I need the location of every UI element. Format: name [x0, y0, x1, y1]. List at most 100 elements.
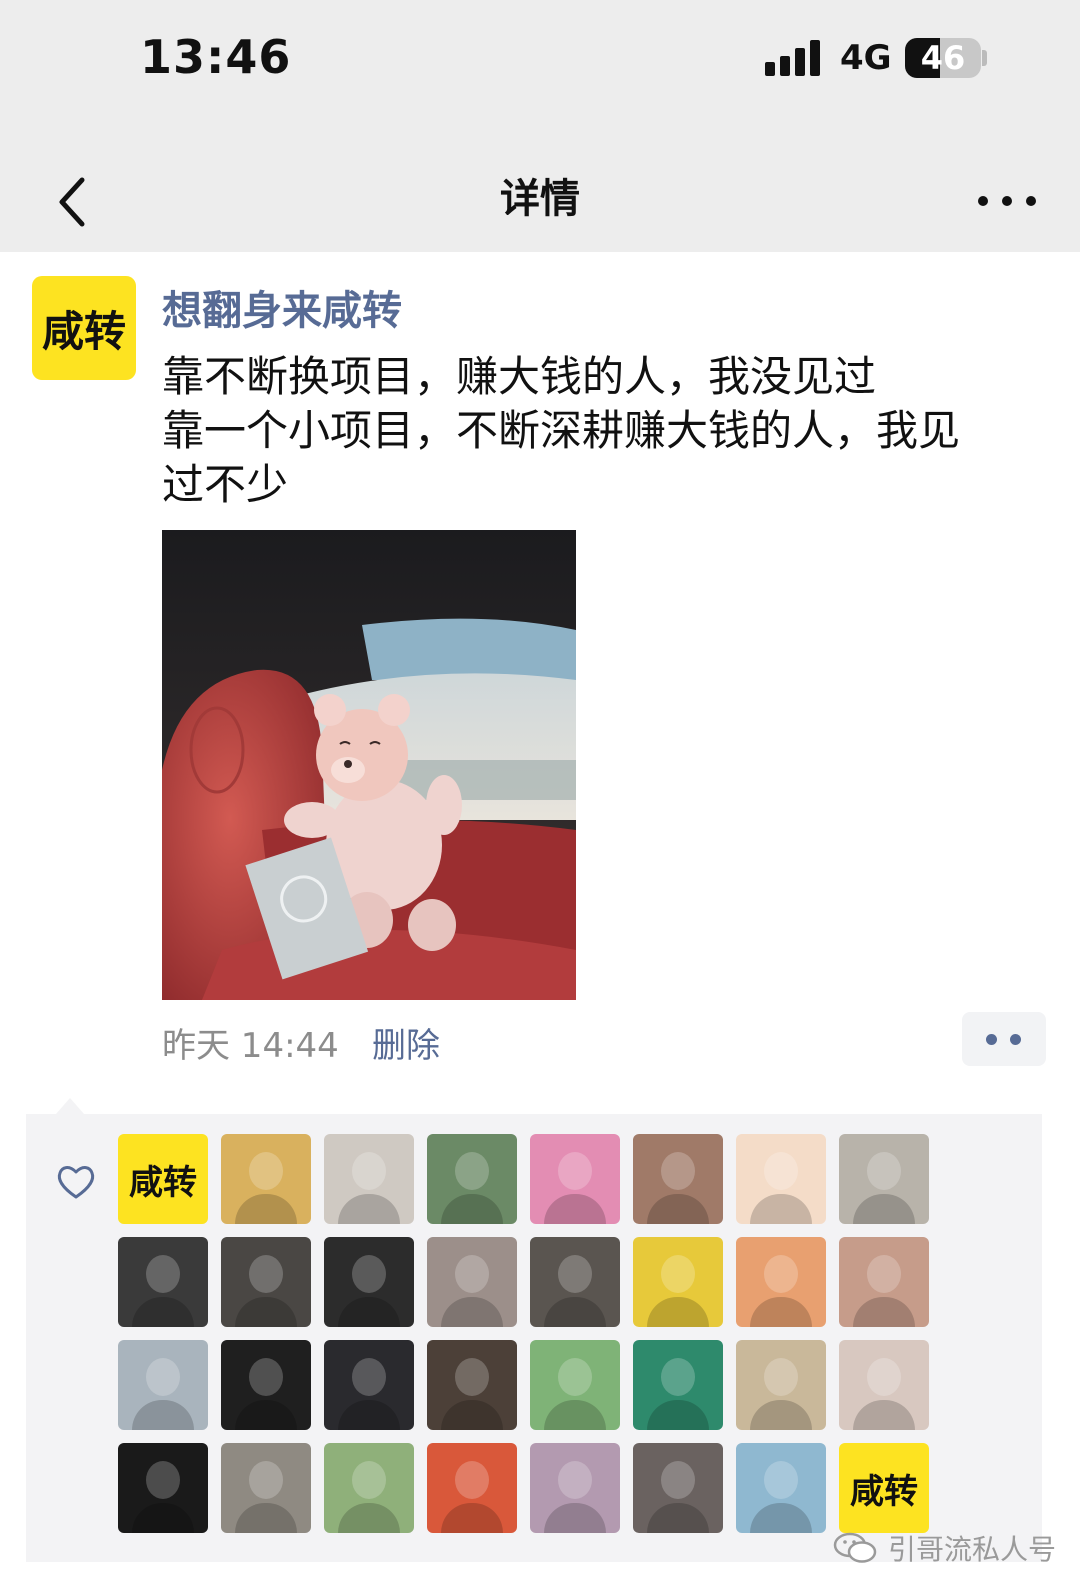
liker-avatar[interactable] — [736, 1443, 826, 1533]
liker-avatar[interactable] — [736, 1134, 826, 1224]
avatar-portrait-shape — [867, 1358, 901, 1396]
liker-avatar[interactable] — [530, 1237, 620, 1327]
liker-avatar[interactable] — [839, 1340, 929, 1430]
liker-avatar[interactable]: 咸转 — [118, 1134, 208, 1224]
liker-avatar[interactable] — [633, 1340, 723, 1430]
avatar-portrait-shape — [146, 1255, 180, 1293]
avatar-portrait-shape — [764, 1358, 798, 1396]
avatar-portrait-shape — [544, 1503, 606, 1533]
avatar-portrait-shape — [764, 1255, 798, 1293]
post-text-line: 过不少 — [162, 460, 289, 509]
battery-tip — [982, 50, 987, 66]
avatar-portrait-shape — [647, 1297, 709, 1327]
liker-avatar[interactable] — [633, 1134, 723, 1224]
post-text-line: 靠不断换项目，赚大钱的人，我没见过 — [162, 352, 877, 401]
avatar-portrait-shape — [455, 1255, 489, 1293]
avatar-portrait-shape — [338, 1194, 400, 1224]
avatar-portrait-shape — [235, 1503, 297, 1533]
avatar-portrait-shape — [750, 1503, 812, 1533]
liker-avatar[interactable] — [736, 1237, 826, 1327]
liker-avatar[interactable] — [530, 1134, 620, 1224]
avatar-portrait-shape — [352, 1358, 386, 1396]
wechat-icon — [833, 1532, 877, 1563]
liker-avatar[interactable] — [118, 1443, 208, 1533]
liker-avatar[interactable] — [221, 1237, 311, 1327]
avatar-portrait-shape — [132, 1503, 194, 1533]
liker-avatar[interactable] — [530, 1443, 620, 1533]
more-dot-icon — [1002, 196, 1012, 206]
liker-avatar[interactable] — [118, 1340, 208, 1430]
liker-avatar[interactable] — [324, 1237, 414, 1327]
avatar-portrait-shape — [441, 1400, 503, 1430]
avatar-portrait-shape — [249, 1152, 283, 1190]
liker-avatar[interactable] — [633, 1443, 723, 1533]
avatar-portrait-shape — [867, 1255, 901, 1293]
liker-avatar[interactable] — [839, 1237, 929, 1327]
likes-panel-pointer — [56, 1098, 84, 1114]
liker-avatar[interactable] — [324, 1134, 414, 1224]
liker-avatar[interactable] — [736, 1340, 826, 1430]
avatar-portrait-shape — [455, 1152, 489, 1190]
liker-avatar[interactable] — [221, 1134, 311, 1224]
avatar-portrait-shape — [249, 1358, 283, 1396]
author-avatar[interactable]: 咸转 — [32, 276, 136, 380]
avatar-portrait-shape — [338, 1503, 400, 1533]
avatar-portrait-shape — [661, 1461, 695, 1499]
liker-avatar[interactable] — [118, 1237, 208, 1327]
liker-avatar[interactable] — [221, 1443, 311, 1533]
liker-avatar[interactable] — [427, 1443, 517, 1533]
post-image[interactable] — [162, 530, 576, 1000]
avatar-portrait-shape — [853, 1194, 915, 1224]
liker-avatar[interactable] — [839, 1134, 929, 1224]
status-bar: 13:46 4G 46 — [0, 0, 1080, 150]
avatar-portrait-shape — [352, 1255, 386, 1293]
page-title: 详情 — [500, 176, 580, 222]
liker-avatar[interactable] — [427, 1340, 517, 1430]
more-dot-icon — [978, 196, 988, 206]
network-type: 4G — [840, 38, 892, 78]
menu-dot-icon — [986, 1034, 997, 1045]
liker-avatar[interactable] — [427, 1134, 517, 1224]
more-dot-icon — [1026, 196, 1036, 206]
avatar-portrait-shape — [750, 1400, 812, 1430]
liker-avatar[interactable] — [633, 1237, 723, 1327]
avatar-portrait-shape — [544, 1297, 606, 1327]
avatar-portrait-shape — [338, 1297, 400, 1327]
author-name[interactable]: 想翻身来咸转 — [162, 278, 402, 336]
avatar-portrait-shape — [132, 1297, 194, 1327]
liker-avatar[interactable] — [324, 1340, 414, 1430]
likes-panel: 咸转 咸转 — [26, 1114, 1042, 1562]
avatar-portrait-shape — [750, 1194, 812, 1224]
avatar-portrait-shape — [235, 1194, 297, 1224]
avatar-portrait-shape — [441, 1297, 503, 1327]
post-time: 昨天 14:44 — [162, 1026, 339, 1066]
avatar-portrait-shape — [853, 1400, 915, 1430]
avatar-portrait-shape — [661, 1358, 695, 1396]
liker-avatar[interactable] — [324, 1443, 414, 1533]
status-time: 13:46 — [140, 30, 292, 84]
liker-avatar[interactable]: 咸转 — [839, 1443, 929, 1533]
avatar-portrait-shape — [235, 1400, 297, 1430]
avatar-portrait-shape — [558, 1152, 592, 1190]
delete-link[interactable]: 删除 — [372, 1018, 440, 1067]
battery-icon: 46 — [905, 38, 981, 78]
menu-dot-icon — [1010, 1034, 1021, 1045]
avatar-portrait-shape — [867, 1152, 901, 1190]
avatar-portrait-shape — [249, 1461, 283, 1499]
avatar-portrait-shape — [235, 1297, 297, 1327]
comment-like-menu-button[interactable] — [962, 1012, 1046, 1066]
heart-icon — [54, 1162, 98, 1202]
liker-avatar[interactable] — [530, 1340, 620, 1430]
avatar-portrait-shape — [455, 1358, 489, 1396]
avatar-portrait-shape — [441, 1194, 503, 1224]
avatar-portrait-shape — [338, 1400, 400, 1430]
liker-avatar[interactable] — [427, 1237, 517, 1327]
watermark: 引哥流私人号 — [832, 1528, 1056, 1568]
liker-avatar[interactable] — [221, 1340, 311, 1430]
car-interior-bear-illustration — [162, 530, 576, 1000]
avatar-portrait-shape — [544, 1400, 606, 1430]
more-options-button[interactable] — [978, 180, 1038, 220]
avatar-portrait-shape — [352, 1152, 386, 1190]
avatar-portrait-shape — [764, 1461, 798, 1499]
avatar-portrait-shape — [558, 1255, 592, 1293]
